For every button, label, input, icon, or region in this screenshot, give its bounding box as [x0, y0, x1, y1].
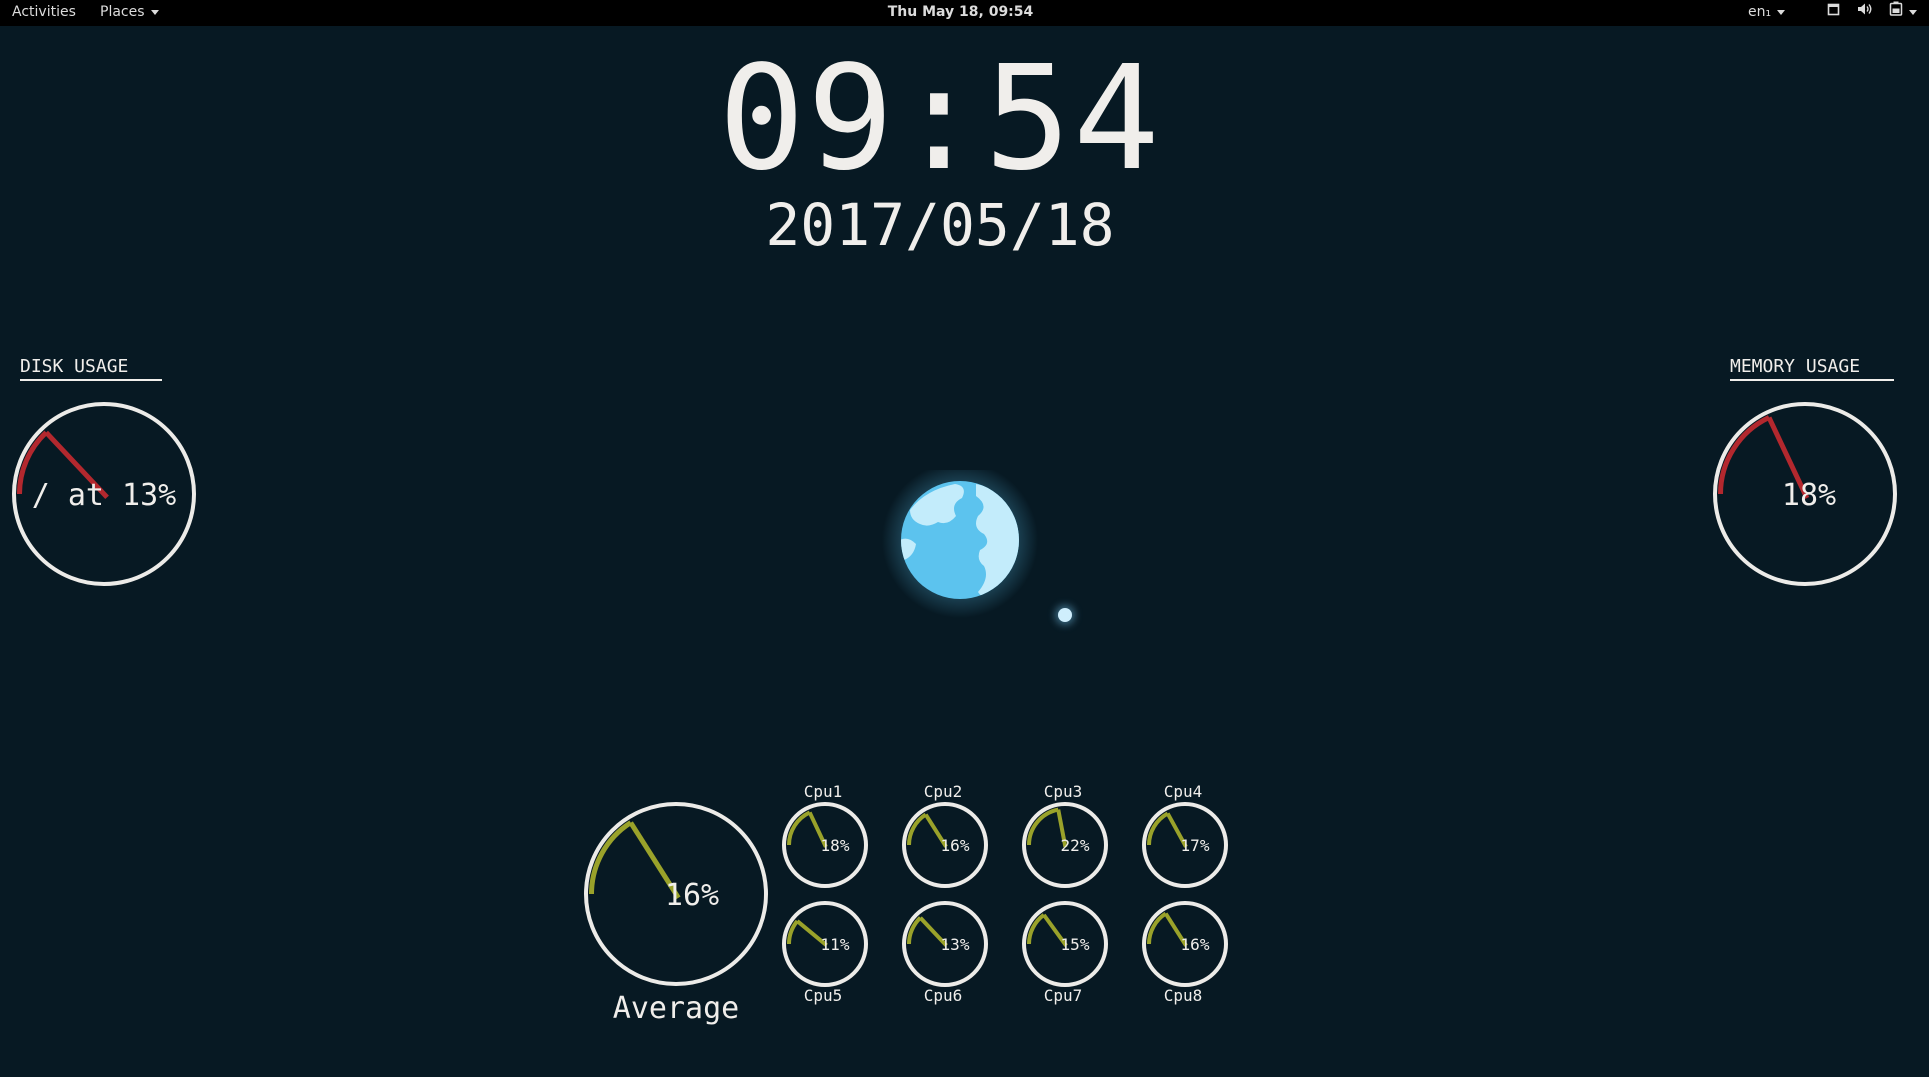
cpu2-label: Cpu2	[924, 782, 963, 801]
cpu8-gauge-value: 16%	[1181, 935, 1210, 954]
cpu1-label: Cpu1	[804, 782, 843, 801]
cpu5-label: Cpu5	[804, 986, 843, 1005]
cpu7-gauge-value: 15%	[1061, 935, 1090, 954]
cpu2-gauge-value: 16%	[941, 836, 970, 855]
earth-icon	[880, 462, 1040, 630]
disk-gauge-value: / at 13%	[32, 478, 177, 513]
memory-gauge-value: 18%	[1782, 478, 1836, 513]
cpu3-gauge-value: 22%	[1061, 836, 1090, 855]
cpu8-label: Cpu8	[1164, 986, 1203, 1005]
cpu6-gauge-value: 13%	[941, 935, 970, 954]
cpu5-gauge-value: 11%	[821, 935, 850, 954]
moon-icon	[1058, 608, 1072, 622]
cpu1-gauge-value: 18%	[821, 836, 850, 855]
cpu-average-gauge-value: 16%	[665, 878, 719, 913]
cpu-average-label: Average	[613, 991, 739, 1026]
cpu4-gauge-value: 17%	[1181, 836, 1210, 855]
cpu3-label: Cpu3	[1044, 782, 1083, 801]
cpu6-label: Cpu6	[924, 986, 963, 1005]
cpu7-label: Cpu7	[1044, 986, 1083, 1005]
cpu3-gauge-arc	[1027, 807, 1059, 846]
cpu4-label: Cpu4	[1164, 782, 1203, 801]
